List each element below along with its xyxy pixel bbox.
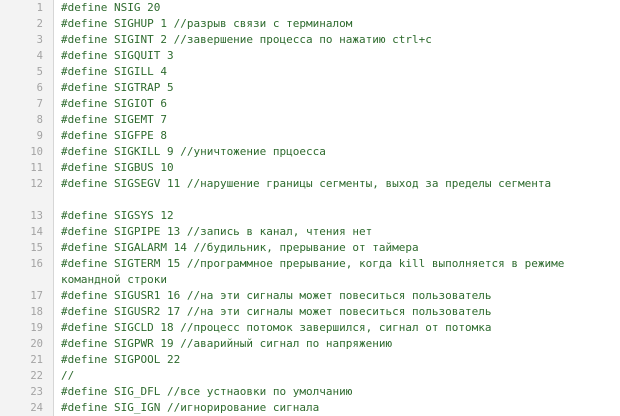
code-line: 23 #define SIG_DFL //все устнаовки по ум…	[0, 384, 620, 400]
code-line: 12 #define SIGSEGV 11 //нарушение границ…	[0, 176, 620, 208]
line-number: 10	[30, 146, 43, 158]
code-line: 16 #define SIGTERM 15 //программное прер…	[0, 256, 620, 288]
code-line: 19 #define SIGCLD 18 //процесс потомок з…	[0, 320, 620, 336]
line-number: 11	[30, 162, 43, 174]
code-text[interactable]: #define SIGUSR2 17 //на эти сигналы може…	[53, 304, 611, 320]
line-number: 23	[30, 386, 43, 398]
code-line: 17 #define SIGUSR1 16 //на эти сигналы м…	[0, 288, 620, 304]
code-text[interactable]: #define SIGTERM 15 //программное прерыва…	[53, 256, 611, 288]
code-line: 7 #define SIGIOT 6	[0, 96, 620, 112]
code-line: 5 #define SIGILL 4	[0, 64, 620, 80]
code-text[interactable]: #define SIGSYS 12	[53, 208, 611, 224]
code-text[interactable]: #define SIGPOOL 22	[53, 352, 611, 368]
code-text[interactable]: #define SIGALARM 14 //будильник, прерыва…	[53, 240, 611, 256]
code-line: 10 #define SIGKILL 9 //уничтожение прцое…	[0, 144, 620, 160]
line-number: 4	[36, 50, 43, 62]
code-text[interactable]: #define SIGPWR 19 //аварийный сигнал по …	[53, 336, 611, 352]
line-number: 20	[30, 338, 43, 350]
code-line: 24 #define SIG_IGN //игнорирование сигна…	[0, 400, 620, 416]
code-text[interactable]: #define SIGEMT 7	[53, 112, 611, 128]
code-text[interactable]: #define SIGBUS 10	[53, 160, 611, 176]
code-line: 13 #define SIGSYS 12	[0, 208, 620, 224]
code-line: 14 #define SIGPIPE 13 //запись в канал, …	[0, 224, 620, 240]
line-number: 1	[36, 2, 43, 14]
code-line: 22 //	[0, 368, 620, 384]
code-text[interactable]: //	[53, 368, 611, 384]
line-number: 24	[30, 402, 43, 414]
line-number: 5	[36, 66, 43, 78]
line-number: 22	[30, 370, 43, 382]
code-text[interactable]: #define SIGCLD 18 //процесс потомок заве…	[53, 320, 611, 336]
code-text[interactable]: #define SIGQUIT 3	[53, 48, 611, 64]
code-line: 3 #define SIGINT 2 //завершение процесса…	[0, 32, 620, 48]
line-number: 6	[36, 82, 43, 94]
code-line: 21 #define SIGPOOL 22	[0, 352, 620, 368]
code-line: 4 #define SIGQUIT 3	[0, 48, 620, 64]
line-number: 8	[36, 114, 43, 126]
line-number: 9	[36, 130, 43, 142]
code-text[interactable]: #define SIG_DFL //все устнаовки по умолч…	[53, 384, 611, 400]
line-number: 14	[30, 226, 43, 238]
code-text[interactable]: #define SIGTRAP 5	[53, 80, 611, 96]
code-line: 11 #define SIGBUS 10	[0, 160, 620, 176]
code-text[interactable]: #define SIGSEGV 11 //нарушение границы с…	[53, 176, 611, 208]
code-text[interactable]: #define SIGINT 2 //завершение процесса п…	[53, 32, 611, 48]
code-lines: 1 #define NSIG 20 2 #define SIGHUP 1 //р…	[0, 0, 620, 416]
line-number: 15	[30, 242, 43, 254]
line-number: 12	[30, 178, 43, 190]
code-text[interactable]: #define SIGILL 4	[53, 64, 611, 80]
line-number: 7	[36, 98, 43, 110]
line-number: 21	[30, 354, 43, 366]
line-number: 19	[30, 322, 43, 334]
code-text[interactable]: #define SIGKILL 9 //уничтожение прцоесса	[53, 144, 611, 160]
code-line: 2 #define SIGHUP 1 //разрыв связи с терм…	[0, 16, 620, 32]
code-line: 6 #define SIGTRAP 5	[0, 80, 620, 96]
line-number: 3	[36, 34, 43, 46]
line-number: 18	[30, 306, 43, 318]
code-text[interactable]: #define SIGHUP 1 //разрыв связи с термин…	[53, 16, 611, 32]
line-number: 17	[30, 290, 43, 302]
code-line: 1 #define NSIG 20	[0, 0, 620, 16]
code-text[interactable]: #define SIGUSR1 16 //на эти сигналы може…	[53, 288, 611, 304]
code-text[interactable]: #define NSIG 20	[53, 0, 611, 16]
code-text[interactable]: #define SIGFPE 8	[53, 128, 611, 144]
line-number: 13	[30, 210, 43, 222]
code-text[interactable]: #define SIGIOT 6	[53, 96, 611, 112]
code-line: 18 #define SIGUSR2 17 //на эти сигналы м…	[0, 304, 620, 320]
code-text[interactable]: #define SIG_IGN //игнорирование сигнала	[53, 400, 611, 416]
line-number: 2	[36, 18, 43, 30]
code-line: 20 #define SIGPWR 19 //аварийный сигнал …	[0, 336, 620, 352]
code-line: 8 #define SIGEMT 7	[0, 112, 620, 128]
code-text[interactable]: #define SIGPIPE 13 //запись в канал, чте…	[53, 224, 611, 240]
code-line: 15 #define SIGALARM 14 //будильник, прер…	[0, 240, 620, 256]
line-number: 16	[30, 258, 43, 270]
code-editor[interactable]: 1 #define NSIG 20 2 #define SIGHUP 1 //р…	[0, 0, 620, 416]
code-line: 9 #define SIGFPE 8	[0, 128, 620, 144]
